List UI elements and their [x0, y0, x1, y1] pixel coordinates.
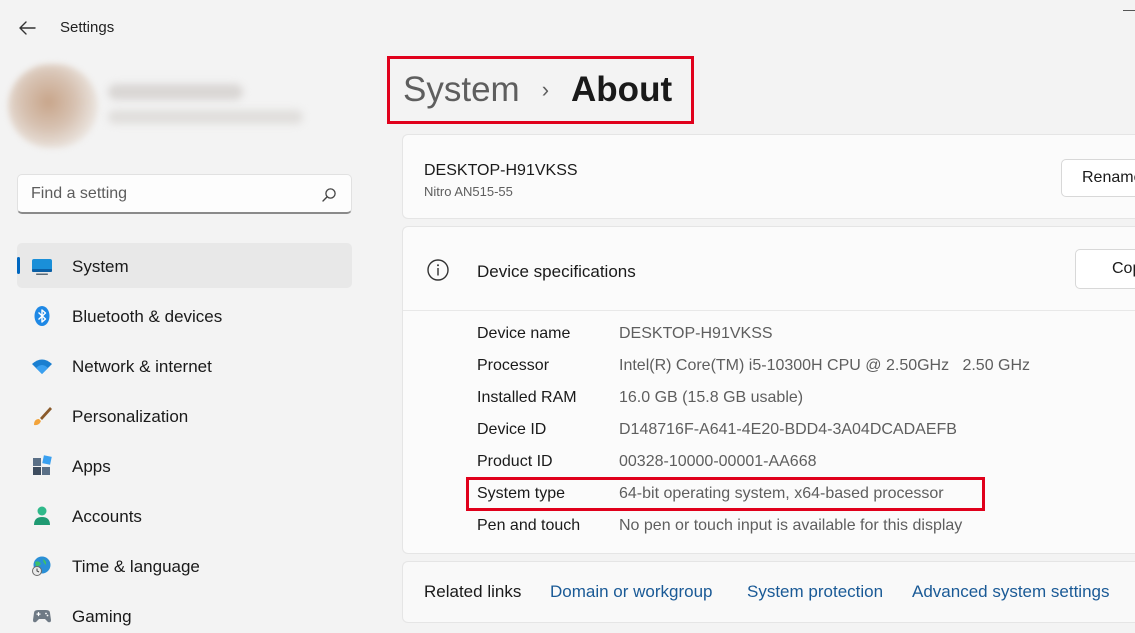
spec-value: 16.0 GB (15.8 GB usable) [619, 389, 804, 406]
sidebar-item-label: Gaming [72, 607, 132, 626]
device-name: DESKTOP-H91VKSS [424, 162, 578, 179]
rename-button[interactable]: Rename [1061, 159, 1135, 197]
breadcrumb-separator-icon: › [541, 77, 550, 102]
gamepad-icon [33, 610, 51, 623]
spec-key: Processor [477, 357, 550, 374]
related-links-bar: Related links Domain or workgroup System… [402, 561, 1135, 623]
copy-button[interactable]: Copy [1075, 249, 1135, 289]
sidebar-item-gaming[interactable]: Gaming [17, 593, 352, 633]
spec-value: DESKTOP-H91VKSS [619, 325, 773, 342]
wifi-icon [32, 359, 52, 374]
spec-row-system-type: System type 64-bit operating system, x64… [477, 485, 1127, 509]
spec-value: 64-bit operating system, x64-based proce… [619, 485, 944, 502]
spec-key: Installed RAM [477, 389, 577, 406]
breadcrumb-parent[interactable]: System [403, 70, 520, 110]
sidebar-item-label: Bluetooth & devices [72, 307, 223, 326]
spec-key: System type [477, 485, 566, 502]
device-specifications-header[interactable]: Device specifications Copy [403, 227, 1135, 311]
spec-value: 00328-10000-00001-AA668 [619, 453, 817, 470]
system-protection-link[interactable]: System protection [747, 582, 883, 602]
globe-clock-icon [32, 556, 51, 576]
spec-key: Device name [477, 325, 571, 342]
account-profile[interactable] [0, 62, 360, 150]
back-button[interactable] [14, 16, 40, 40]
advanced-system-settings-link[interactable]: Advanced system settings [912, 582, 1109, 602]
search-icon[interactable] [321, 187, 337, 203]
sidebar-item-network[interactable]: Network & internet [17, 343, 352, 388]
page-title: About [571, 70, 673, 109]
blurred-account-name [108, 84, 243, 100]
sidebar-item-label: System [72, 257, 129, 276]
spec-key: Pen and touch [477, 517, 581, 534]
sidebar-item-system[interactable]: System [17, 243, 352, 288]
spec-row-processor: Processor Intel(R) Core(TM) i5-10300H CP… [477, 357, 1127, 381]
spec-value: Intel(R) Core(TM) i5-10300H CPU @ 2.50GH… [619, 357, 1031, 374]
domain-workgroup-link[interactable]: Domain or workgroup [550, 582, 713, 602]
sidebar-item-time-language[interactable]: Time & language [17, 543, 352, 588]
spec-row-pen-touch: Pen and touch No pen or touch input is a… [477, 517, 1127, 541]
search-box[interactable] [17, 174, 352, 214]
sidebar-item-bluetooth[interactable]: Bluetooth & devices [17, 293, 352, 338]
sidebar-item-apps[interactable]: Apps [17, 443, 352, 488]
spec-value: No pen or touch input is available for t… [619, 517, 963, 534]
back-arrow-icon [19, 21, 36, 35]
selected-indicator [17, 257, 20, 274]
device-specifications-card: Device specifications Copy Device name D… [402, 226, 1135, 554]
sidebar-item-label: Personalization [72, 407, 189, 426]
spec-value: D148716F-A641-4E20-BDD4-3A04DCADAEFB [619, 421, 957, 438]
monitor-icon [32, 259, 52, 275]
spec-key: Product ID [477, 453, 553, 470]
sidebar-item-accounts[interactable]: Accounts [17, 493, 352, 538]
minimize-button[interactable] [1120, 0, 1135, 20]
search-input[interactable] [31, 184, 311, 204]
spec-row-installed-ram: Installed RAM 16.0 GB (15.8 GB usable) [477, 389, 1127, 413]
device-model: Nitro AN515-55 [424, 184, 513, 199]
spec-row-product-id: Product ID 00328-10000-00001-AA668 [477, 453, 1127, 477]
apps-icon [33, 455, 52, 475]
related-links-title: Related links [424, 582, 522, 601]
avatar [8, 64, 98, 148]
spec-key: Device ID [477, 421, 547, 438]
title-bar: Settings [0, 0, 1135, 56]
device-card: DESKTOP-H91VKSS Nitro AN515-55 Rename [402, 134, 1135, 219]
sidebar-item-label: Apps [72, 457, 111, 476]
app-title: Settings [60, 19, 115, 36]
breadcrumb: System › About [403, 70, 672, 114]
sidebar-nav: System Bluetooth & devices Network & int… [17, 243, 352, 633]
sidebar-item-label: Network & internet [72, 357, 212, 376]
sidebar-item-personalization[interactable]: Personalization [17, 393, 352, 438]
sidebar-item-label: Time & language [72, 557, 200, 576]
spec-row-device-name: Device name DESKTOP-H91VKSS [477, 325, 1127, 349]
spec-row-device-id: Device ID D148716F-A641-4E20-BDD4-3A04DC… [477, 421, 1127, 445]
person-icon [34, 506, 50, 525]
info-icon [427, 259, 449, 281]
sidebar-item-label: Accounts [72, 507, 142, 526]
paintbrush-icon [34, 407, 52, 426]
bluetooth-icon [34, 306, 50, 326]
blurred-account-email [108, 110, 303, 124]
minimize-icon [1123, 10, 1135, 11]
specifications-title: Device specifications [477, 262, 636, 281]
